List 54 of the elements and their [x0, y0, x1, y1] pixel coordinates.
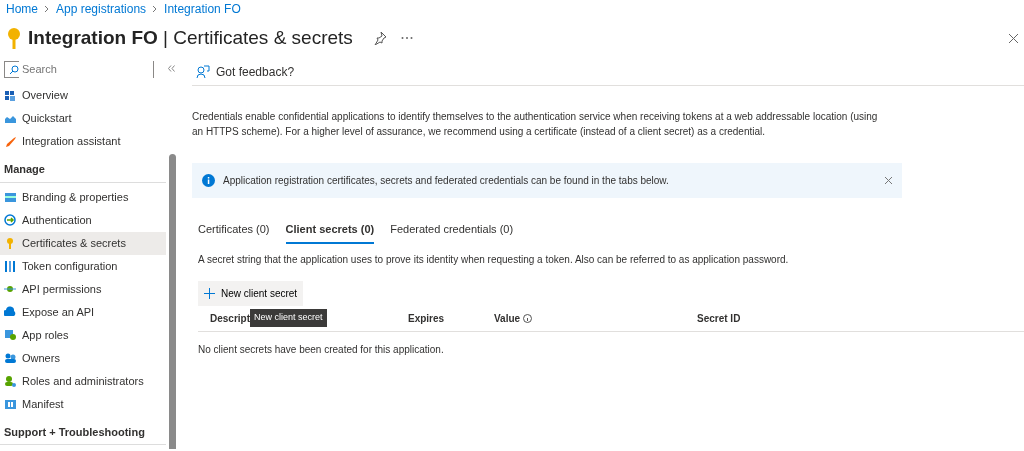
collapse-icon[interactable]: [168, 64, 175, 72]
page-title: Integration FO | Certificates & secrets: [28, 26, 353, 50]
sidebar-item[interactable]: App roles: [0, 323, 166, 347]
breadcrumb-link[interactable]: Integration FO: [164, 0, 241, 18]
card-icon: [4, 191, 16, 203]
chevron-icon: [44, 5, 50, 13]
search-icon: [9, 64, 19, 75]
more-icon[interactable]: [400, 36, 413, 40]
plug-icon: [4, 283, 16, 295]
info-icon: [523, 313, 533, 323]
person-icon: [4, 375, 16, 387]
breadcrumb-link[interactable]: Home: [6, 0, 38, 18]
sidebar-item[interactable]: Roles and administrators: [0, 369, 166, 393]
pin-icon[interactable]: [372, 31, 387, 45]
tab[interactable]: Client secrets (0): [285, 219, 375, 244]
banner-text: Application registration certificates, secrets and federated credentials can be found in the tabs below.: [223, 174, 669, 188]
breadcrumb-link[interactable]: App registrations: [56, 0, 147, 18]
bars-icon: [4, 260, 16, 272]
sidebar-item[interactable]: Certificates & secrets: [0, 231, 166, 255]
empty-message: No client secrets have been created for this application.: [197, 342, 445, 357]
sidebar-item[interactable]: Expose an API: [0, 300, 166, 324]
column-header: Expires: [408, 311, 445, 326]
section-heading: Support + Troubleshooting: [0, 415, 166, 445]
plus-icon: [204, 287, 215, 299]
sign-in-icon: [4, 214, 16, 226]
sidebar-item[interactable]: Owners: [0, 346, 166, 370]
sidebar-item[interactable]: API permissions: [0, 277, 166, 301]
section-heading: Manage: [0, 153, 166, 183]
cloud-icon: [4, 306, 16, 318]
close-icon[interactable]: [885, 177, 892, 184]
sidebar-item[interactable]: Token configuration: [0, 254, 166, 278]
tab[interactable]: Federated credentials (0): [390, 219, 514, 244]
sidebar-item[interactable]: Overview: [0, 84, 166, 107]
close-icon[interactable]: [1009, 33, 1018, 43]
search-field[interactable]: Search: [4, 61, 154, 78]
grid-icon: [4, 89, 16, 102]
sidebar-item[interactable]: Quickstart: [0, 107, 166, 130]
column-header: Value: [494, 311, 521, 326]
sidebar-item[interactable]: Authentication: [0, 208, 166, 232]
feedback-link[interactable]: Got feedback?: [216, 62, 295, 81]
sidebar-item[interactable]: Integration assistant: [0, 130, 166, 153]
intro-text: Credentials enable confidential applications to identify themselves to the authentication service when receiving tokens at a web addressable location (using an HTTPS scheme). For a higher level of assurance, we recommend using a certificate (instead of a client secret) as a credential.: [192, 110, 879, 139]
info-icon: [202, 174, 215, 187]
column-header: Secret ID: [697, 311, 741, 326]
tooltip: New client secret: [250, 309, 327, 327]
sidebar-item[interactable]: Manifest: [0, 392, 166, 416]
tab[interactable]: Certificates (0): [198, 219, 270, 244]
feedback-icon: [196, 64, 210, 79]
chevron-icon: [152, 5, 159, 13]
new-secret-button[interactable]: New client secret: [198, 280, 304, 306]
people-icon: [4, 352, 16, 364]
sidebar-item[interactable]: Branding & properties: [0, 185, 166, 209]
description-text: A secret string that the application uses to prove its identity when requesting a token. Also can be referred to as application password.: [197, 252, 790, 267]
column-header: Descript: [210, 311, 250, 326]
